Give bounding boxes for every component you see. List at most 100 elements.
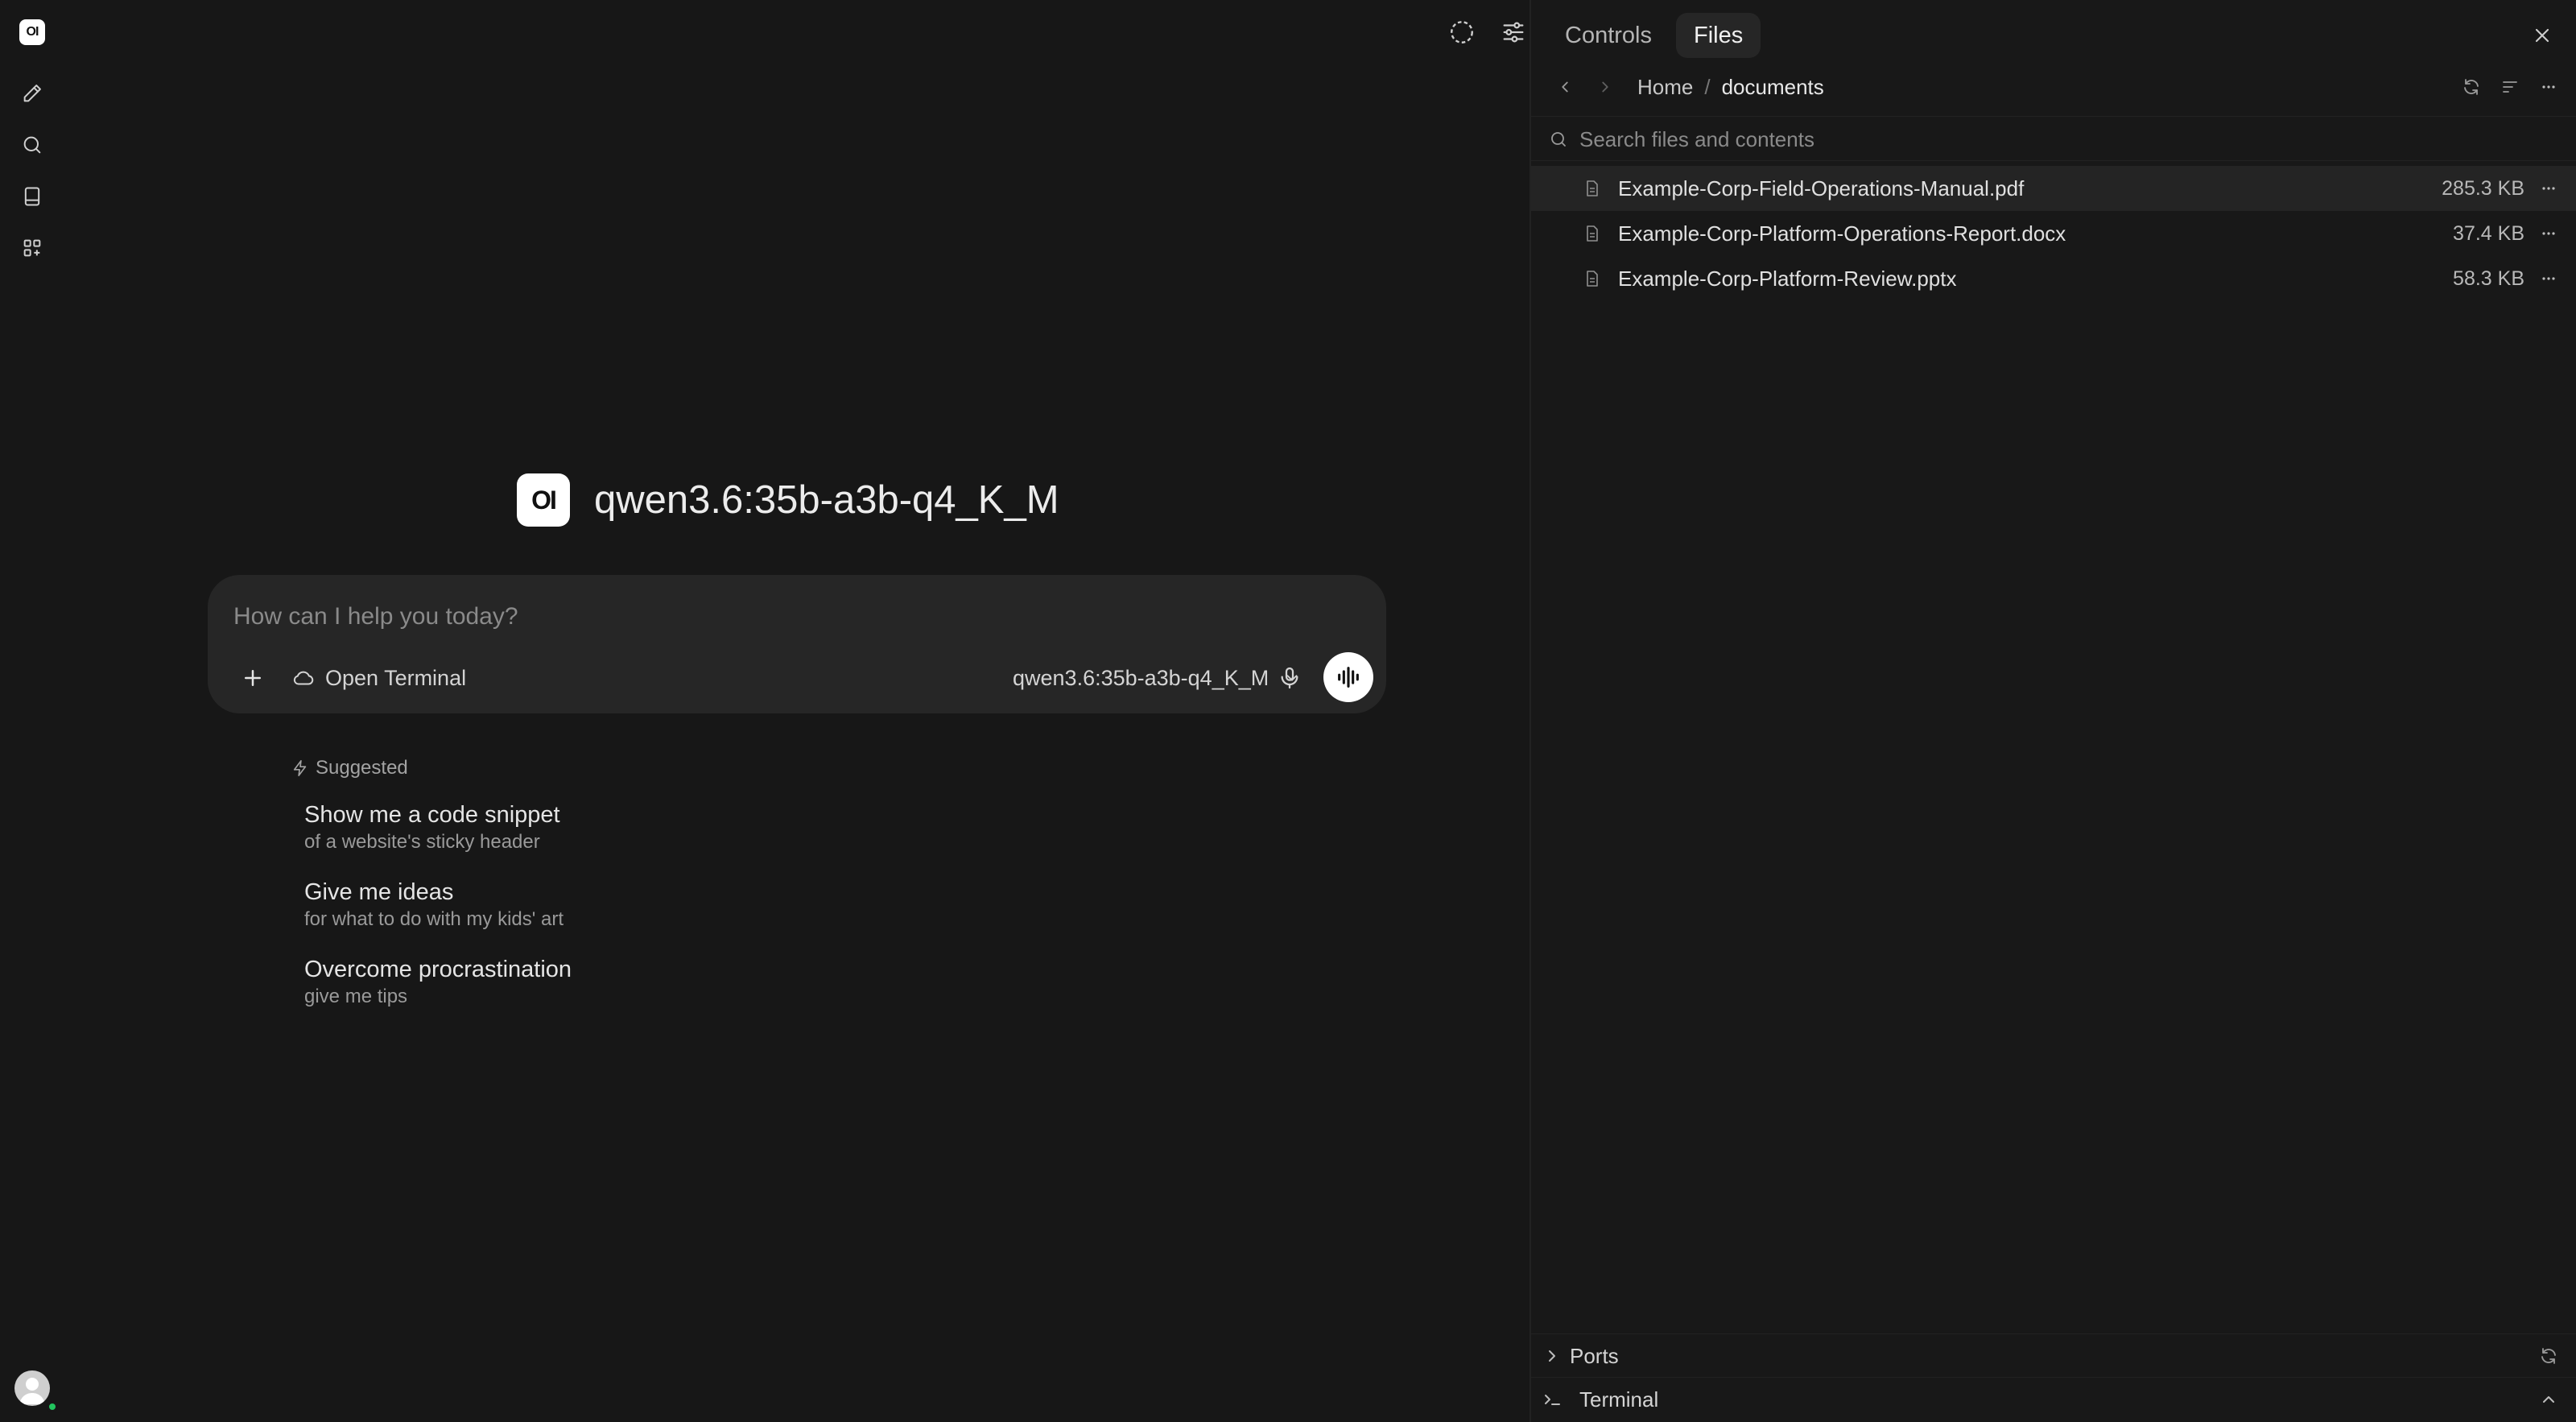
suggestion-title: Overcome procrastination xyxy=(304,957,572,982)
model-selector[interactable]: qwen3.6:35b-a3b-q4_K_M xyxy=(1013,659,1301,697)
file-search-input[interactable] xyxy=(1579,123,2545,155)
app-root: OI OI qwen3.6:35b-a3b-q4_K_M How can I h… xyxy=(0,0,2576,1422)
workspace-button[interactable] xyxy=(16,232,48,264)
search-icon xyxy=(1549,130,1568,149)
model-title: qwen3.6:35b-a3b-q4_K_M xyxy=(594,478,1059,522)
audio-waveform-icon xyxy=(1335,663,1362,691)
expand-terminal-button[interactable] xyxy=(2533,1383,2565,1416)
chevron-up-icon xyxy=(2539,1390,2558,1409)
file-row[interactable]: Example-Corp-Platform-Operations-Report.… xyxy=(1531,211,2576,256)
cloud-icon xyxy=(291,666,316,690)
app-logo-button[interactable]: OI xyxy=(16,16,48,48)
file-size: 58.3 KB xyxy=(2453,267,2524,290)
file-name: Example-Corp-Field-Operations-Manual.pdf xyxy=(1618,176,2025,200)
breadcrumb-home[interactable]: Home xyxy=(1637,75,1693,100)
model-hero: OI qwen3.6:35b-a3b-q4_K_M xyxy=(517,473,1059,527)
file-document-icon xyxy=(1583,224,1602,243)
file-size: 37.4 KB xyxy=(2453,222,2524,245)
more-horizontal-icon xyxy=(2539,179,2558,198)
ports-section-toggle[interactable]: Ports xyxy=(1531,1333,2576,1377)
suggestion-item[interactable]: Give me ideas for what to do with my kid… xyxy=(304,878,564,932)
breadcrumb: Home / documents xyxy=(1637,68,1824,106)
chevron-right-icon xyxy=(1542,1346,1562,1366)
sliders-icon xyxy=(1500,19,1527,46)
path-bar: Home / documents xyxy=(1531,68,2576,106)
voice-mode-button[interactable] xyxy=(1323,652,1373,702)
forward-button[interactable] xyxy=(1589,68,1621,106)
refresh-icon xyxy=(2462,77,2481,97)
model-selector-value: qwen3.6:35b-a3b-q4_K_M xyxy=(1013,665,1269,690)
dictate-button[interactable] xyxy=(1270,659,1309,697)
sort-files-button[interactable] xyxy=(2494,71,2526,103)
message-input[interactable] xyxy=(233,596,1360,638)
sidebar-rail: OI xyxy=(0,0,64,1422)
open-terminal-label: Open Terminal xyxy=(325,665,467,690)
model-logo: OI xyxy=(517,473,570,527)
tab-files[interactable]: Files xyxy=(1676,13,1761,58)
new-chat-button[interactable] xyxy=(16,77,48,110)
suggestion-subtitle: of a website's sticky header xyxy=(304,831,540,853)
user-avatar[interactable] xyxy=(14,1370,50,1406)
ports-label: Ports xyxy=(1570,1344,1619,1368)
open-terminal-button[interactable]: Open Terminal xyxy=(285,659,473,697)
suggestion-title: Give me ideas xyxy=(304,879,454,905)
lightning-icon xyxy=(291,759,309,777)
close-icon xyxy=(2531,24,2553,47)
back-button[interactable] xyxy=(1549,68,1581,106)
sort-icon xyxy=(2500,77,2520,97)
microphone-icon xyxy=(1277,665,1302,691)
file-name: Example-Corp-Platform-Operations-Report.… xyxy=(1618,221,2066,246)
search-chats-button[interactable] xyxy=(16,129,48,161)
message-composer: Open Terminal qwen3.6:35b-a3b-q4_K_M xyxy=(208,575,1386,713)
file-row[interactable]: Example-Corp-Field-Operations-Manual.pdf… xyxy=(1531,166,2576,211)
path-tools xyxy=(2455,71,2565,103)
file-size: 285.3 KB xyxy=(2442,177,2524,200)
suggestion-title: Show me a code snippet xyxy=(304,802,560,828)
refresh-files-button[interactable] xyxy=(2455,71,2487,103)
file-search-bar xyxy=(1531,116,2576,161)
suggestion-subtitle: for what to do with my kids' art xyxy=(304,908,564,930)
terminal-label: Terminal xyxy=(1579,1387,1659,1412)
apps-icon xyxy=(21,237,43,259)
chat-controls-button[interactable] xyxy=(1497,16,1530,48)
tab-controls[interactable]: Controls xyxy=(1547,13,1670,58)
refresh-ports-button[interactable] xyxy=(2533,1340,2565,1372)
close-panel-button[interactable] xyxy=(2524,18,2560,53)
pencil-icon xyxy=(21,82,43,105)
file-document-icon xyxy=(1583,269,1602,288)
terminal-prompt-icon xyxy=(1542,1390,1563,1409)
chevron-left-icon xyxy=(1556,78,1574,96)
top-actions xyxy=(1446,16,1530,48)
breadcrumb-current[interactable]: documents xyxy=(1722,75,1824,100)
more-horizontal-icon xyxy=(2539,269,2558,288)
plus-icon xyxy=(241,666,265,690)
file-row[interactable]: Example-Corp-Platform-Review.pptx 58.3 K… xyxy=(1531,256,2576,301)
file-name: Example-Corp-Platform-Review.pptx xyxy=(1618,267,1957,291)
suggestion-item[interactable]: Overcome procrastination give me tips xyxy=(304,955,572,1010)
file-document-icon xyxy=(1583,179,1602,198)
file-more-button[interactable] xyxy=(2533,262,2565,295)
online-status-dot xyxy=(47,1401,58,1412)
suggested-label: Suggested xyxy=(316,757,408,779)
suggestion-item[interactable]: Show me a code snippet of a website's st… xyxy=(304,800,560,855)
app-logo: OI xyxy=(19,19,45,45)
chat-main: OI qwen3.6:35b-a3b-q4_K_M Open Terminal … xyxy=(64,0,1530,1422)
add-attachment-button[interactable] xyxy=(230,655,275,701)
chevron-right-icon xyxy=(1596,78,1614,96)
files-panel: Controls Files Home / documents Search f… xyxy=(1530,0,2576,1422)
more-options-button[interactable] xyxy=(2533,71,2565,103)
search-icon xyxy=(21,134,43,156)
terminal-section-toggle[interactable]: Terminal xyxy=(1531,1377,2576,1420)
more-horizontal-icon xyxy=(2539,77,2558,97)
file-more-button[interactable] xyxy=(2533,172,2565,205)
panel-tabs: Controls Files xyxy=(1547,13,1761,58)
file-more-button[interactable] xyxy=(2533,217,2565,250)
notes-button[interactable] xyxy=(16,180,48,213)
notebook-icon xyxy=(21,185,43,208)
temporary-chat-button[interactable] xyxy=(1446,16,1478,48)
breadcrumb-separator: / xyxy=(1704,74,1711,99)
suggestion-subtitle: give me tips xyxy=(304,986,408,1007)
suggested-heading: Suggested xyxy=(291,757,408,779)
more-horizontal-icon xyxy=(2539,224,2558,243)
dashed-circle-icon xyxy=(1447,18,1476,47)
